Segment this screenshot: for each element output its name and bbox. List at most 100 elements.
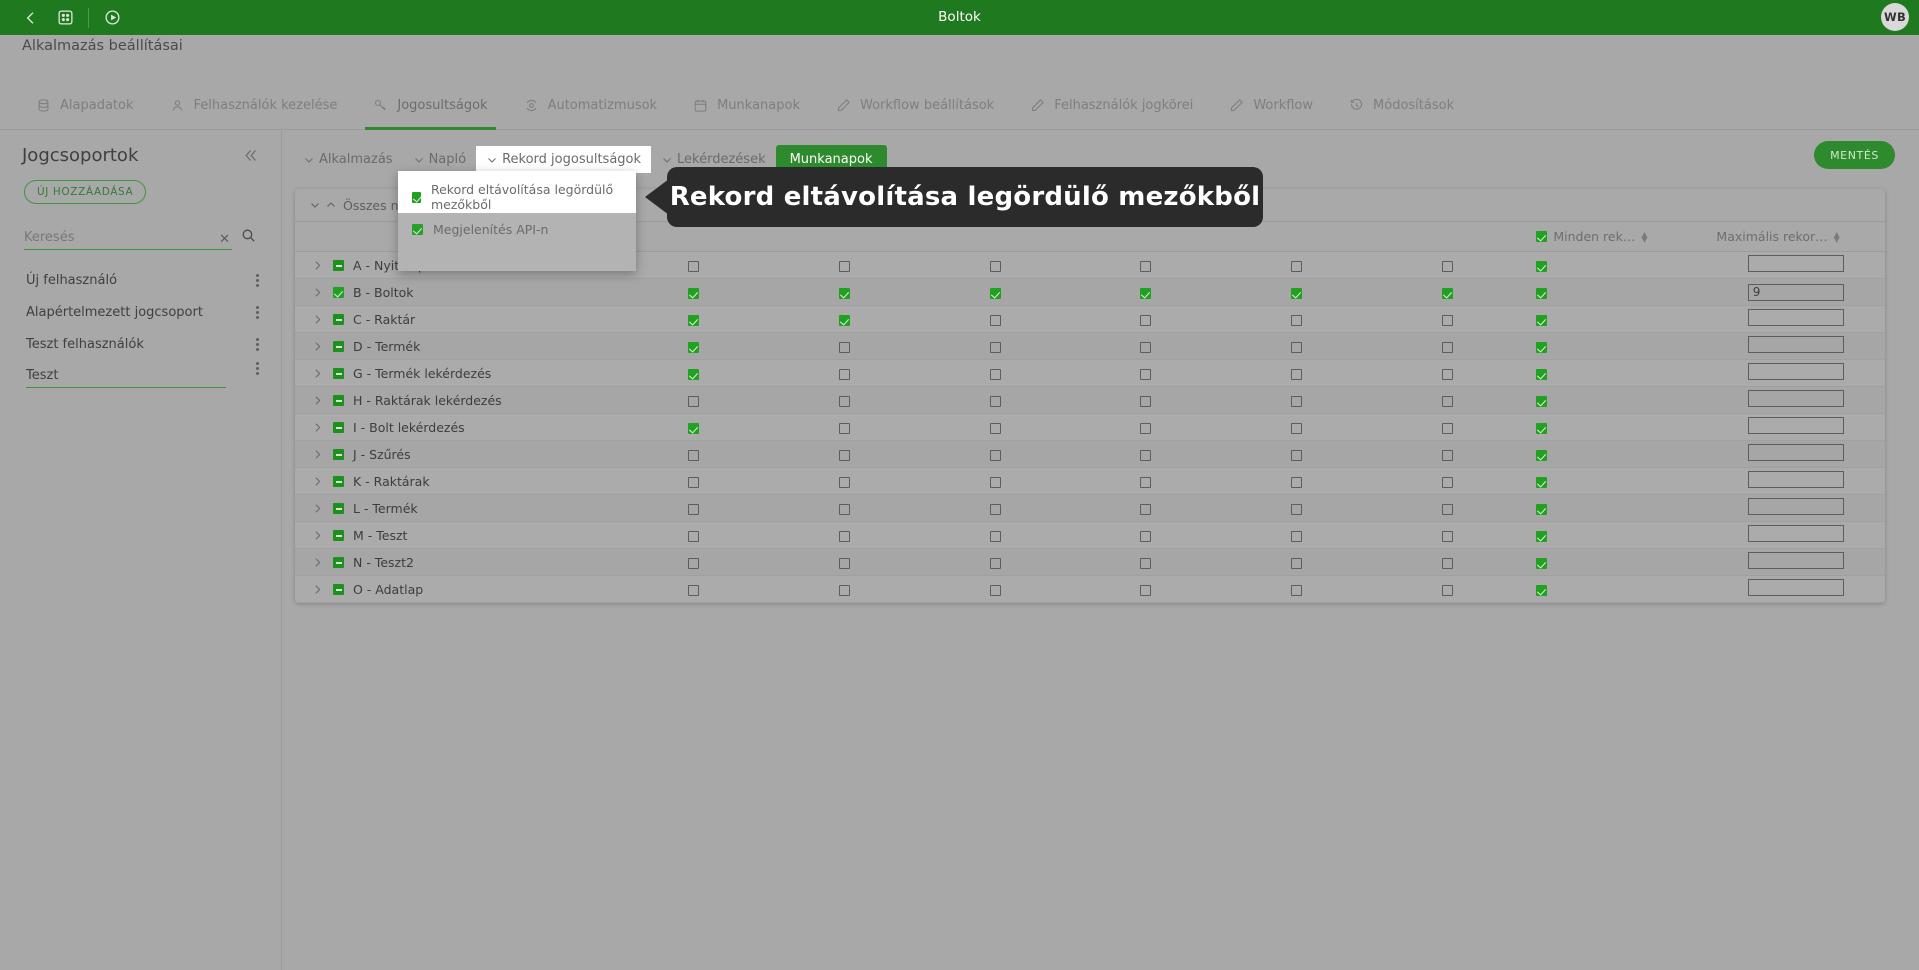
cell-permission-4[interactable] xyxy=(1070,413,1222,441)
maximalis-rekord-input[interactable] xyxy=(1747,471,1844,488)
cell-minden-rekord[interactable] xyxy=(1522,467,1707,495)
permission-checkbox[interactable] xyxy=(688,503,700,515)
close-x-icon[interactable]: ✕ xyxy=(219,233,230,246)
kebab-menu-icon[interactable] xyxy=(256,337,259,351)
cell-permission-4[interactable] xyxy=(1070,359,1222,387)
cell-permission-5[interactable] xyxy=(1221,467,1372,495)
permission-checkbox[interactable] xyxy=(839,341,851,353)
table-row[interactable]: N - Teszt2 xyxy=(295,548,1885,576)
chevron-right-icon[interactable] xyxy=(311,259,324,272)
cell-permission-6[interactable] xyxy=(1371,494,1523,522)
add-group-button[interactable]: ÚJ HOZZÁADÁSA xyxy=(24,180,147,204)
maximalis-rekord-input[interactable] xyxy=(1747,579,1844,596)
cell-permission-5[interactable] xyxy=(1221,548,1372,576)
dropdown-item-megjelenites-api[interactable]: Megjelenítés API-n xyxy=(398,213,636,245)
permission-checkbox[interactable] xyxy=(1140,368,1152,380)
kebab-menu-icon[interactable] xyxy=(256,362,259,375)
cell-permission-2[interactable] xyxy=(769,359,920,387)
cell-permission-3[interactable] xyxy=(919,332,1071,360)
list-item-editing[interactable]: Teszt xyxy=(0,360,281,388)
cell-permission-2[interactable] xyxy=(769,386,920,414)
dropdown-item-rekord-eltavolitasa[interactable]: Rekord eltávolítása legördülő mezőkből xyxy=(398,181,636,213)
rekord-jogosultsagok-dropdown[interactable]: Rekord eltávolítása legördülő mezőkből M… xyxy=(398,171,636,271)
chevron-right-icon[interactable] xyxy=(311,502,324,515)
cell-maximalis-rekord[interactable] xyxy=(1706,305,1885,333)
chevron-right-icon[interactable] xyxy=(311,286,324,299)
tab-alapadatok[interactable]: Alapadatok xyxy=(18,82,152,130)
cell-permission-1[interactable] xyxy=(618,440,770,468)
cell-permission-4[interactable] xyxy=(1070,251,1222,279)
table-row[interactable]: I - Bolt lekérdezés xyxy=(295,413,1885,441)
chevron-right-icon[interactable] xyxy=(311,583,324,596)
permission-checkbox[interactable] xyxy=(1290,557,1302,569)
cell-permission-4[interactable] xyxy=(1070,467,1222,495)
minden-rekord-checkbox[interactable] xyxy=(1536,584,1548,596)
permission-checkbox[interactable] xyxy=(1290,422,1302,434)
permission-checkbox[interactable] xyxy=(688,449,700,461)
minden-rekord-checkbox[interactable] xyxy=(1536,395,1548,407)
permission-checkbox[interactable] xyxy=(688,557,700,569)
permission-checkbox[interactable] xyxy=(688,476,700,488)
permission-checkbox[interactable] xyxy=(839,530,851,542)
minden-rekord-checkbox[interactable] xyxy=(1536,476,1548,488)
minden-rekord-checkbox[interactable] xyxy=(1536,368,1548,380)
row-checkbox[interactable] xyxy=(333,448,344,460)
permission-checkbox[interactable] xyxy=(688,368,700,380)
cell-permission-6[interactable] xyxy=(1371,521,1523,549)
permission-checkbox[interactable] xyxy=(1290,314,1302,326)
chevron-right-icon[interactable] xyxy=(311,421,324,434)
cell-permission-4[interactable] xyxy=(1070,521,1222,549)
tab-jogosultsagok[interactable]: Jogosultságok xyxy=(355,82,505,130)
permission-checkbox[interactable] xyxy=(688,341,700,353)
permission-checkbox[interactable] xyxy=(1140,449,1152,461)
th-minden-rekord[interactable]: Minden rek… ▲ ▼ xyxy=(1522,221,1707,252)
table-row[interactable]: O - Adatlap xyxy=(295,575,1885,603)
cell-minden-rekord[interactable] xyxy=(1522,251,1707,279)
permission-checkbox[interactable] xyxy=(1441,557,1453,569)
back-chevron-icon[interactable] xyxy=(14,1,48,35)
tab-automatizmusok[interactable]: Automatizmusok xyxy=(506,82,676,130)
permission-checkbox[interactable] xyxy=(989,557,1001,569)
cell-permission-4[interactable] xyxy=(1070,440,1222,468)
maximalis-rekord-input[interactable] xyxy=(1747,525,1844,542)
permission-checkbox[interactable] xyxy=(688,395,700,407)
cell-maximalis-rekord[interactable] xyxy=(1706,440,1885,468)
table-row[interactable]: G - Termék lekérdezés xyxy=(295,359,1885,387)
cell-permission-2[interactable] xyxy=(769,575,920,603)
permission-checkbox[interactable] xyxy=(1441,368,1453,380)
tab-munkanapok[interactable]: Munkanapok xyxy=(675,82,818,130)
permission-checkbox[interactable] xyxy=(1140,503,1152,515)
cell-minden-rekord[interactable] xyxy=(1522,278,1707,306)
sort-icon[interactable]: ▲ ▼ xyxy=(1641,230,1647,243)
subtab-rekord-jogosultsagok[interactable]: Rekord jogosultságok xyxy=(476,146,652,173)
permission-checkbox[interactable] xyxy=(688,530,700,542)
subtab-alkalmazas[interactable]: Alkalmazás xyxy=(293,146,403,173)
cell-permission-6[interactable] xyxy=(1371,359,1523,387)
cell-permission-6[interactable] xyxy=(1371,548,1523,576)
chevron-right-icon[interactable] xyxy=(311,529,324,542)
table-row[interactable]: J - Szűrés xyxy=(295,440,1885,468)
cell-minden-rekord[interactable] xyxy=(1522,548,1707,576)
permission-checkbox[interactable] xyxy=(1140,530,1152,542)
cell-minden-rekord[interactable] xyxy=(1522,332,1707,360)
play-circle-icon[interactable] xyxy=(95,1,129,35)
cell-permission-5[interactable] xyxy=(1221,575,1372,603)
permission-checkbox[interactable] xyxy=(1140,584,1152,596)
cell-permission-5[interactable] xyxy=(1221,386,1372,414)
cell-permission-1[interactable] xyxy=(618,548,770,576)
cell-permission-3[interactable] xyxy=(919,278,1071,306)
cell-maximalis-rekord[interactable] xyxy=(1706,359,1885,387)
cell-permission-2[interactable] xyxy=(769,278,920,306)
permission-checkbox[interactable] xyxy=(1441,314,1453,326)
table-row[interactable]: L - Termék xyxy=(295,494,1885,522)
sort-icon[interactable]: ▲ ▼ xyxy=(1834,230,1840,243)
row-checkbox[interactable] xyxy=(333,259,344,271)
cell-permission-5[interactable] xyxy=(1221,359,1372,387)
row-checkbox[interactable] xyxy=(333,502,344,514)
permission-checkbox[interactable] xyxy=(1441,287,1453,299)
avatar[interactable]: WB xyxy=(1881,3,1909,31)
permission-checkbox[interactable] xyxy=(1140,557,1152,569)
cell-permission-3[interactable] xyxy=(919,467,1071,495)
list-item[interactable]: Teszt felhasználók xyxy=(0,328,281,360)
permission-checkbox[interactable] xyxy=(989,341,1001,353)
